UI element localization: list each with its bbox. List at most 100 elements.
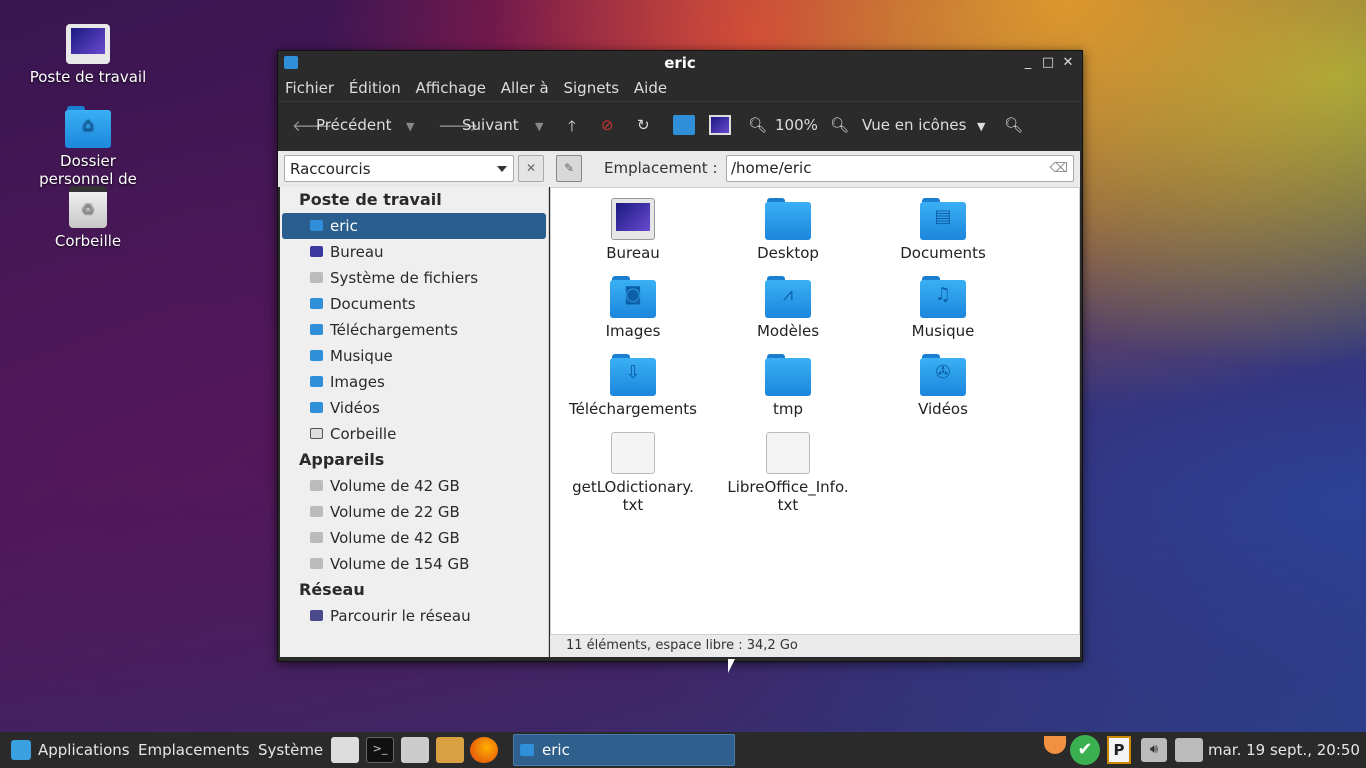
text-file-icon: [766, 432, 810, 474]
back-button[interactable]: Précédent: [316, 116, 391, 134]
clipboard-icon[interactable]: P: [1107, 736, 1131, 764]
sidebar-item-trash[interactable]: Corbeille: [280, 421, 548, 447]
reload-icon[interactable]: ↻: [637, 116, 650, 134]
applications-menu[interactable]: Applications: [38, 741, 130, 759]
maximize-icon[interactable]: □: [1040, 55, 1056, 71]
sidebar-heading-devices: Appareils: [299, 450, 385, 469]
home-folder-button-icon[interactable]: [673, 115, 695, 135]
images-folder-icon: ◙: [610, 276, 656, 318]
file-manager-launcher-icon[interactable]: [331, 737, 359, 763]
menu-signets[interactable]: Signets: [562, 75, 624, 97]
applications-menu-icon[interactable]: [11, 740, 31, 760]
file-item-label-line: txt: [622, 496, 644, 514]
view-mode-select[interactable]: Vue en icônes: [862, 116, 966, 134]
close-side-pane-button[interactable]: ✕: [518, 155, 544, 182]
desktop-icon-trash[interactable]: ♻ Corbeille: [18, 186, 158, 250]
drive-icon: [310, 272, 323, 283]
toggle-location-entry-button[interactable]: ✎: [556, 155, 582, 182]
zoom-out-icon[interactable]: 🔍︎: [748, 116, 767, 134]
sidebar-item-volume[interactable]: Volume de 154 GB: [280, 551, 548, 577]
sidebar-item-label: Vidéos: [330, 399, 380, 417]
drive-icon: [310, 558, 323, 569]
menu-affichage[interactable]: Affichage: [415, 75, 491, 97]
sidebar-item-filesystem[interactable]: Système de fichiers: [280, 265, 548, 291]
sidebar: Poste de travail eric Bureau Système de …: [280, 187, 549, 657]
volume-icon[interactable]: 🔊︎: [1141, 738, 1167, 762]
forward-history-chevron-icon[interactable]: ▼: [535, 120, 543, 133]
system-menu[interactable]: Système: [258, 741, 323, 759]
menu-edition[interactable]: Édition: [348, 75, 406, 97]
sidebar-item-label: Corbeille: [330, 425, 397, 443]
computer-button-icon[interactable]: [709, 115, 731, 135]
sidebar-item-documents[interactable]: Documents: [280, 291, 548, 317]
sidebar-item-videos[interactable]: Vidéos: [280, 395, 548, 421]
stop-icon[interactable]: ⊘: [601, 116, 614, 134]
menu-aller-a[interactable]: Aller à: [500, 75, 554, 97]
sidebar-item-volume[interactable]: Volume de 42 GB: [280, 525, 548, 551]
file-item-downloads[interactable]: ⇩ Téléchargements: [558, 354, 708, 418]
taskbar-window-button[interactable]: eric: [513, 734, 735, 766]
file-item-label: LibreOffice_Info. txt: [713, 478, 863, 514]
drive-icon: [310, 532, 323, 543]
sidebar-item-images[interactable]: Images: [280, 369, 548, 395]
file-view[interactable]: Bureau Desktop ▤ Documents ◙ Images ⩘ Mo…: [550, 187, 1080, 635]
sidebar-item-label: Volume de 154 GB: [330, 555, 470, 573]
videos-folder-icon: ✇: [920, 354, 966, 396]
file-item-images[interactable]: ◙ Images: [558, 276, 708, 340]
sidebar-item-downloads[interactable]: Téléchargements: [280, 317, 548, 343]
sidebar-item-music[interactable]: Musique: [280, 343, 548, 369]
network-icon: [310, 610, 323, 621]
sidebar-item-label: Musique: [330, 347, 393, 365]
folder-icon: [310, 376, 323, 387]
file-item-documents[interactable]: ▤ Documents: [868, 198, 1018, 262]
sidebar-item-volume[interactable]: Volume de 42 GB: [280, 473, 548, 499]
settings-launcher-icon[interactable]: [401, 737, 429, 763]
weather-icon[interactable]: [1044, 736, 1066, 754]
terminal-launcher-icon[interactable]: >_: [366, 737, 394, 763]
close-icon[interactable]: ✕: [1060, 55, 1076, 71]
location-bar: Raccourcis ✕ ✎ Emplacement : /home/eric …: [278, 151, 1080, 187]
computer-icon: [66, 24, 110, 64]
file-item-label: getLOdictionary. txt: [558, 478, 708, 514]
file-item-bureau[interactable]: Bureau: [558, 198, 708, 262]
sidebar-item-eric[interactable]: eric: [282, 213, 546, 239]
update-ok-icon[interactable]: ✔: [1070, 735, 1100, 765]
desktop-icon-computer[interactable]: Poste de travail: [18, 24, 158, 86]
sidebar-heading-network: Réseau: [299, 580, 365, 599]
file-item-desktop[interactable]: Desktop: [713, 198, 863, 262]
home-folder-icon: ⌂: [65, 106, 111, 148]
parent-folder-icon[interactable]: 🡑: [568, 116, 576, 141]
downloads-folder-icon: ⇩: [610, 354, 656, 396]
forward-button[interactable]: Suivant: [462, 116, 519, 134]
location-input[interactable]: /home/eric ⌫: [726, 155, 1074, 182]
sidebar-item-browse-network[interactable]: Parcourir le réseau: [280, 603, 548, 629]
file-item-label: Modèles: [756, 322, 820, 340]
sidebar-item-bureau[interactable]: Bureau: [280, 239, 548, 265]
firefox-launcher-icon[interactable]: [470, 737, 498, 763]
archive-launcher-icon[interactable]: [436, 737, 464, 763]
file-item-videos[interactable]: ✇ Vidéos: [868, 354, 1018, 418]
file-item-music[interactable]: ♫ Musique: [868, 276, 1018, 340]
sidebar-item-label: Images: [330, 373, 385, 391]
menu-fichier[interactable]: Fichier: [284, 75, 339, 97]
file-item-getlodictionary[interactable]: getLOdictionary. txt: [558, 432, 708, 514]
search-icon[interactable]: 🔍︎: [1004, 116, 1023, 134]
places-menu[interactable]: Emplacements: [138, 741, 250, 759]
file-item-libreoffice-info[interactable]: LibreOffice_Info. txt: [713, 432, 863, 514]
sidebar-item-volume[interactable]: Volume de 22 GB: [280, 499, 548, 525]
view-mode-chevron-down-icon[interactable]: ▼: [977, 120, 985, 133]
file-item-tmp[interactable]: tmp: [713, 354, 863, 418]
clear-location-icon[interactable]: ⌫: [1050, 156, 1068, 181]
folder-icon: [310, 324, 323, 335]
zoom-in-icon[interactable]: 🔍︎: [830, 116, 849, 134]
menu-aide[interactable]: Aide: [633, 75, 672, 97]
clock[interactable]: mar. 19 sept., 20:50: [1208, 741, 1360, 759]
network-status-icon[interactable]: [1175, 738, 1203, 762]
window-titlebar[interactable]: eric _ □ ✕: [278, 51, 1082, 75]
side-pane-select[interactable]: Raccourcis: [284, 155, 514, 182]
file-item-templates[interactable]: ⩘ Modèles: [713, 276, 863, 340]
sidebar-item-label: Téléchargements: [330, 321, 458, 339]
back-history-chevron-icon[interactable]: ▼: [406, 120, 414, 133]
minimize-icon[interactable]: _: [1020, 55, 1036, 71]
file-item-label: tmp: [772, 400, 803, 418]
